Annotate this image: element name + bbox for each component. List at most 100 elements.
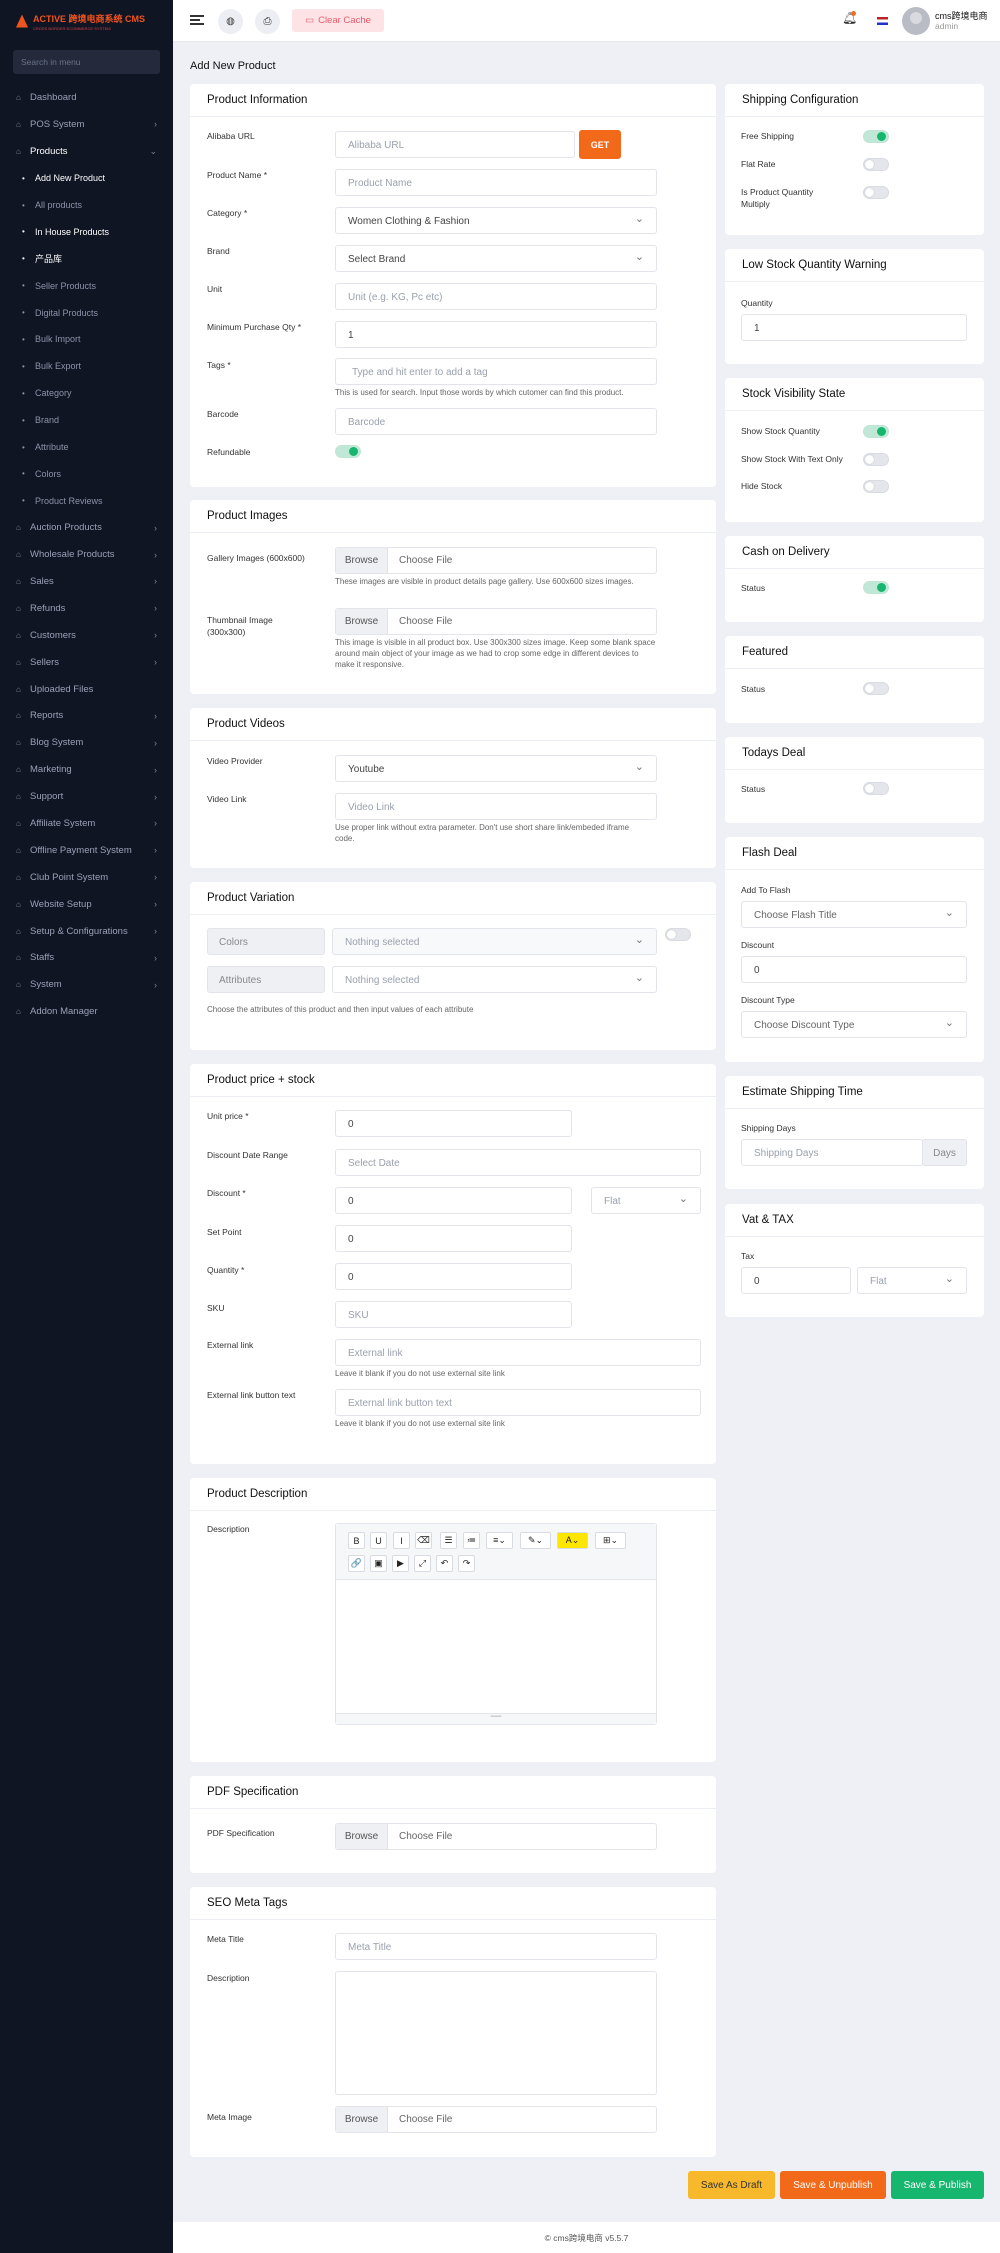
tags-input[interactable]: Type and hit enter to add a tag bbox=[335, 358, 657, 385]
underline-icon[interactable]: U bbox=[370, 1532, 387, 1549]
sidebar-item-25[interactable]: ⌂ Marketing › bbox=[0, 756, 173, 783]
attributes-select[interactable]: Nothing selected bbox=[332, 966, 657, 993]
colors-select[interactable]: Nothing selected bbox=[332, 928, 657, 955]
show-text-toggle[interactable] bbox=[863, 453, 889, 466]
thumbnail-file-input[interactable]: Browse Choose File bbox=[335, 608, 657, 635]
sidebar-item-5[interactable]: • In House Products bbox=[0, 218, 173, 245]
flat-rate-toggle[interactable] bbox=[863, 158, 889, 171]
browse-button[interactable]: Browse bbox=[336, 2107, 388, 2132]
browse-button[interactable]: Browse bbox=[336, 548, 388, 573]
browse-button[interactable]: Browse bbox=[336, 609, 388, 634]
flash-discount-input[interactable]: 0 bbox=[741, 956, 967, 983]
save-as-draft-button[interactable]: Save As Draft bbox=[688, 2171, 775, 2199]
save-publish-button[interactable]: Save & Publish bbox=[891, 2171, 984, 2199]
bold-icon[interactable]: B bbox=[348, 1532, 365, 1549]
globe-icon[interactable]: ◍ bbox=[218, 9, 243, 34]
rich-text-editor[interactable]: B U I ⌫ ☰ ≔ ≡⌄ ✎⌄ A⌄ ⊞⌄ 🔗 ▣ ▶ ⤢ ↶ ↷ ═══ bbox=[335, 1523, 657, 1725]
cod-toggle[interactable] bbox=[863, 581, 889, 594]
flag-icon[interactable] bbox=[877, 17, 888, 25]
discount-input[interactable]: 0 bbox=[335, 1187, 572, 1214]
style-icon[interactable]: ✎⌄ bbox=[520, 1532, 551, 1549]
sidebar-item-19[interactable]: ⌂ Refunds › bbox=[0, 595, 173, 622]
sidebar-item-12[interactable]: • Brand bbox=[0, 407, 173, 434]
free-shipping-toggle[interactable] bbox=[863, 130, 889, 143]
featured-toggle[interactable] bbox=[863, 682, 889, 695]
get-button[interactable]: GET bbox=[579, 130, 621, 159]
show-qty-toggle[interactable] bbox=[863, 425, 889, 438]
flash-type-select[interactable]: Choose Discount Type bbox=[741, 1011, 967, 1038]
image-icon[interactable]: ▣ bbox=[370, 1555, 387, 1572]
quantity-input[interactable]: 0 bbox=[335, 1263, 572, 1290]
min-qty-input[interactable]: 1 bbox=[335, 321, 657, 348]
sidebar-item-14[interactable]: • Colors bbox=[0, 460, 173, 487]
meta-description-textarea[interactable] bbox=[335, 1971, 657, 2095]
link-icon[interactable]: 🔗 bbox=[348, 1555, 365, 1572]
editor-resize-handle[interactable]: ═══ bbox=[336, 1713, 656, 1724]
sidebar-item-21[interactable]: ⌂ Sellers › bbox=[0, 649, 173, 676]
sidebar-item-34[interactable]: ⌂ Addon Manager bbox=[0, 998, 173, 1025]
meta-title-input[interactable]: Meta Title bbox=[335, 1933, 657, 1960]
tax-type-select[interactable]: Flat bbox=[857, 1267, 967, 1294]
sidebar-item-7[interactable]: • Seller Products bbox=[0, 272, 173, 299]
set-point-input[interactable]: 0 bbox=[335, 1225, 572, 1252]
sidebar-item-4[interactable]: • All products bbox=[0, 192, 173, 219]
font-color-icon[interactable]: A⌄ bbox=[557, 1532, 588, 1549]
sidebar-item-27[interactable]: ⌂ Affiliate System › bbox=[0, 810, 173, 837]
logo[interactable]: ACTIVE 跨境电商系统 CMS CROSS BORDER ECOMMERCE … bbox=[0, 0, 173, 42]
fullscreen-icon[interactable]: ⤢ bbox=[414, 1555, 431, 1572]
sku-input[interactable]: SKU bbox=[335, 1301, 572, 1328]
clear-format-icon[interactable]: ⌫ bbox=[415, 1532, 432, 1549]
sidebar-item-0[interactable]: ⌂ Dashboard bbox=[0, 84, 173, 111]
sidebar-item-13[interactable]: • Attribute bbox=[0, 434, 173, 461]
category-select[interactable]: Women Clothing & Fashion bbox=[335, 207, 657, 234]
sidebar-item-20[interactable]: ⌂ Customers › bbox=[0, 622, 173, 649]
menu-toggle-icon[interactable] bbox=[190, 15, 204, 25]
pdf-file-input[interactable]: Browse Choose File bbox=[335, 1823, 657, 1850]
brand-select[interactable]: Select Brand bbox=[335, 245, 657, 272]
sidebar-item-16[interactable]: ⌂ Auction Products › bbox=[0, 514, 173, 541]
unit-input[interactable]: Unit (e.g. KG, Pc etc) bbox=[335, 283, 657, 310]
ordered-list-icon[interactable]: ≔ bbox=[463, 1532, 480, 1549]
sidebar-item-28[interactable]: ⌂ Offline Payment System › bbox=[0, 837, 173, 864]
sidebar-item-15[interactable]: • Product Reviews bbox=[0, 487, 173, 514]
tax-input[interactable]: 0 bbox=[741, 1267, 851, 1294]
sidebar-item-31[interactable]: ⌂ Setup & Configurations › bbox=[0, 918, 173, 945]
sidebar-item-9[interactable]: • Bulk Import bbox=[0, 326, 173, 353]
meta-image-file-input[interactable]: Browse Choose File bbox=[335, 2106, 657, 2133]
redo-icon[interactable]: ↷ bbox=[458, 1555, 475, 1572]
unit-price-input[interactable]: 0 bbox=[335, 1110, 572, 1137]
video-link-input[interactable]: Video Link bbox=[335, 793, 657, 820]
paragraph-icon[interactable]: ≡⌄ bbox=[486, 1532, 513, 1549]
italic-icon[interactable]: I bbox=[393, 1532, 410, 1549]
gallery-file-input[interactable]: Browse Choose File bbox=[335, 547, 657, 574]
product-name-input[interactable]: Product Name bbox=[335, 169, 657, 196]
unordered-list-icon[interactable]: ☰ bbox=[440, 1532, 457, 1549]
sidebar-item-17[interactable]: ⌂ Wholesale Products › bbox=[0, 541, 173, 568]
save-unpublish-button[interactable]: Save & Unpublish bbox=[780, 2171, 886, 2199]
video-provider-select[interactable]: Youtube bbox=[335, 755, 657, 782]
sidebar-item-22[interactable]: ⌂ Uploaded Files bbox=[0, 676, 173, 703]
sidebar-item-32[interactable]: ⌂ Staffs › bbox=[0, 945, 173, 972]
clear-cache-button[interactable]: ▭ Clear Cache bbox=[292, 9, 384, 32]
colors-toggle[interactable] bbox=[665, 928, 691, 941]
sidebar-item-23[interactable]: ⌂ Reports › bbox=[0, 702, 173, 729]
avatar[interactable] bbox=[902, 7, 930, 35]
undo-icon[interactable]: ↶ bbox=[436, 1555, 453, 1572]
flash-title-select[interactable]: Choose Flash Title bbox=[741, 901, 967, 928]
qty-multiply-toggle[interactable] bbox=[863, 186, 889, 199]
external-button-input[interactable]: External link button text bbox=[335, 1389, 701, 1416]
sidebar-item-11[interactable]: • Category bbox=[0, 380, 173, 407]
low-stock-qty-input[interactable]: 1 bbox=[741, 314, 967, 341]
table-icon[interactable]: ⊞⌄ bbox=[595, 1532, 626, 1549]
alibaba-url-input[interactable]: Alibaba URL bbox=[335, 131, 575, 158]
pos-icon[interactable]: ⎙ bbox=[255, 9, 280, 34]
sidebar-item-18[interactable]: ⌂ Sales › bbox=[0, 568, 173, 595]
todays-deal-toggle[interactable] bbox=[863, 782, 889, 795]
discount-range-input[interactable]: Select Date bbox=[335, 1149, 701, 1176]
discount-type-select[interactable]: Flat bbox=[591, 1187, 701, 1214]
sidebar-item-10[interactable]: • Bulk Export bbox=[0, 353, 173, 380]
sidebar-item-1[interactable]: ⌂ POS System › bbox=[0, 111, 173, 138]
refundable-toggle[interactable] bbox=[335, 445, 361, 458]
barcode-input[interactable]: Barcode bbox=[335, 408, 657, 435]
sidebar-item-8[interactable]: • Digital Products bbox=[0, 299, 173, 326]
